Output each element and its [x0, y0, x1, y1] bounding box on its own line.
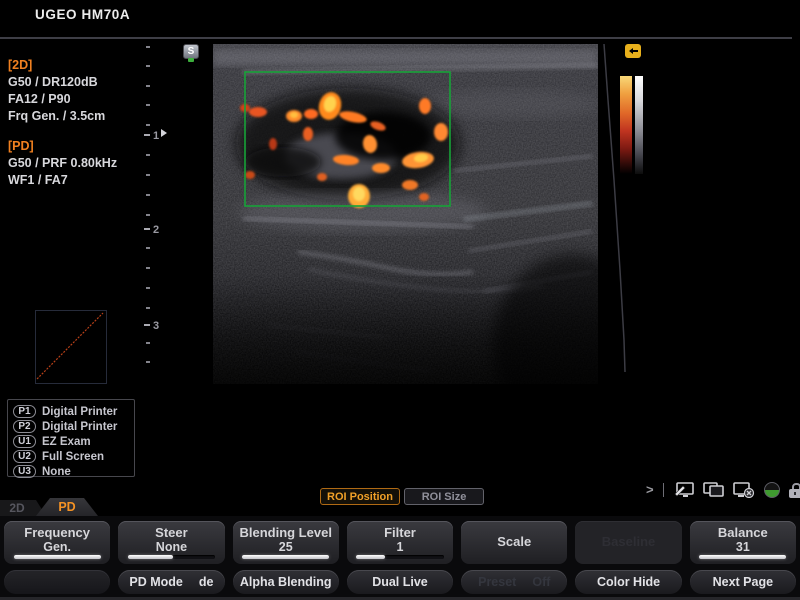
status-icon-row: >: [646, 481, 800, 499]
ruler-major-tick: [144, 324, 150, 326]
softkey-baseline: Baseline: [575, 521, 681, 564]
doppler-colorbar: [620, 76, 632, 174]
ruler-depth-label: 1: [153, 130, 159, 142]
key-assignment-list: P1 Digital Printer P2 Digital Printer U1…: [7, 399, 135, 477]
softkey-alpha-blending[interactable]: Alpha Blending: [233, 570, 339, 594]
ruler-tick: [146, 174, 150, 176]
status-sphere-icon: [764, 482, 780, 498]
ruler-depth-label: 2: [153, 224, 159, 236]
softkey-steer[interactable]: Steer None: [118, 521, 224, 564]
orientation-marker-dot: [188, 58, 194, 62]
ruler-tick: [146, 124, 150, 126]
info-line: Frq Gen. / 3.5cm: [8, 108, 117, 125]
softkey-pd-mode[interactable]: PD Mode de: [118, 570, 224, 594]
slider-track[interactable]: [14, 555, 101, 559]
post-curve-line: [36, 311, 104, 381]
softkey-row-1: Frequency Gen. Steer None Blending Level…: [0, 521, 800, 564]
key-badge: U2: [13, 450, 36, 463]
softkey-row-2: PD Mode de Alpha Blending Dual Live Pres…: [0, 570, 800, 594]
key-row: P1 Digital Printer: [13, 404, 134, 419]
key-value: Digital Printer: [42, 421, 117, 433]
softkey-dual-live[interactable]: Dual Live: [347, 570, 453, 594]
softkey-preset: Preset Off: [461, 570, 567, 594]
ruler-tick: [146, 104, 150, 106]
key-badge: U1: [13, 435, 36, 448]
lock-icon: [789, 483, 800, 498]
softkey-balance[interactable]: Balance 31: [690, 521, 796, 564]
softkey-blank[interactable]: [4, 570, 110, 594]
dual-display-icon: [703, 482, 724, 498]
softkey-filter[interactable]: Filter 1: [347, 521, 453, 564]
key-badge: U3: [13, 465, 36, 478]
grayscale-colorbar: [635, 76, 643, 174]
ruler-major-tick: [144, 228, 150, 230]
softkey-frequency[interactable]: Frequency Gen.: [4, 521, 110, 564]
slider-fill: [699, 555, 786, 559]
system-title: UGEO HM70A: [35, 7, 130, 22]
slider-fill: [14, 555, 101, 559]
mode-label-2d: [2D]: [8, 57, 117, 74]
orientation-marker: S: [183, 44, 199, 59]
ruler-tick: [146, 85, 150, 87]
tab-pd[interactable]: PD: [36, 498, 98, 516]
mode-label-pd: [PD]: [8, 138, 117, 155]
focus-marker-icon[interactable]: [161, 129, 167, 137]
info-line: FA12 / P90: [8, 91, 117, 108]
ruler-tick: [146, 154, 150, 156]
key-row: P2 Digital Printer: [13, 419, 134, 434]
slider-track[interactable]: [128, 555, 215, 559]
roi-size-button[interactable]: ROI Size: [404, 488, 484, 505]
ruler-tick: [146, 342, 150, 344]
tgc-curve[interactable]: [598, 40, 638, 480]
key-badge: P1: [13, 405, 36, 418]
key-badge: P2: [13, 420, 36, 433]
slider-track[interactable]: [699, 555, 786, 559]
ruler-tick: [146, 46, 150, 48]
header-divider: [0, 37, 792, 39]
softkey-next-page[interactable]: Next Page: [690, 570, 796, 594]
slider-track[interactable]: [356, 555, 443, 559]
ruler-tick: [146, 247, 150, 249]
ruler-tick: [146, 214, 150, 216]
key-row: U1 EZ Exam: [13, 434, 134, 449]
ruler-tick: [146, 267, 150, 269]
key-value: Full Screen: [42, 451, 104, 463]
softkey-color-hide[interactable]: Color Hide: [575, 570, 681, 594]
softkey-blending-level[interactable]: Blending Level 25: [233, 521, 339, 564]
ruler-depth-label: 3: [153, 320, 159, 332]
ruler-tick: [146, 287, 150, 289]
slider-fill: [242, 555, 329, 559]
key-row: U2 Full Screen: [13, 449, 134, 464]
key-row: U3 None: [13, 464, 134, 479]
roi-position-button[interactable]: ROI Position: [320, 488, 400, 505]
softkey-scale[interactable]: Scale: [461, 521, 567, 564]
info-line: WF1 / FA7: [8, 172, 117, 189]
ultrasound-screen: UGEO HM70A [2D] G50 / DR120dB FA12 / P90…: [0, 0, 800, 600]
slider-fill: [356, 555, 385, 559]
slider-track[interactable]: [242, 555, 329, 559]
info-line: G50 / DR120dB: [8, 74, 117, 91]
color-map-icon: [625, 44, 641, 58]
ruler-major-tick: [144, 134, 150, 136]
info-line: G50 / PRF 0.80kHz: [8, 155, 117, 172]
key-value: EZ Exam: [42, 436, 91, 448]
exam-info-panel: [2D] G50 / DR120dB FA12 / P90 Frq Gen. /…: [8, 57, 117, 189]
key-value: Digital Printer: [42, 406, 117, 418]
ruler-tick: [146, 65, 150, 67]
post-curve-box: [35, 310, 107, 384]
key-value: None: [42, 466, 71, 478]
expand-chevron-icon[interactable]: >: [646, 482, 654, 498]
slider-fill: [128, 555, 173, 559]
ultrasound-image: [213, 44, 598, 480]
ruler-tick: [146, 194, 150, 196]
ruler-tick: [146, 361, 150, 363]
screen-annotate-icon: [673, 482, 694, 498]
display-disconnected-icon: [733, 482, 755, 498]
ruler-tick: [146, 307, 150, 309]
softkey-panel: Frequency Gen. Steer None Blending Level…: [0, 516, 800, 600]
divider: [663, 483, 664, 497]
